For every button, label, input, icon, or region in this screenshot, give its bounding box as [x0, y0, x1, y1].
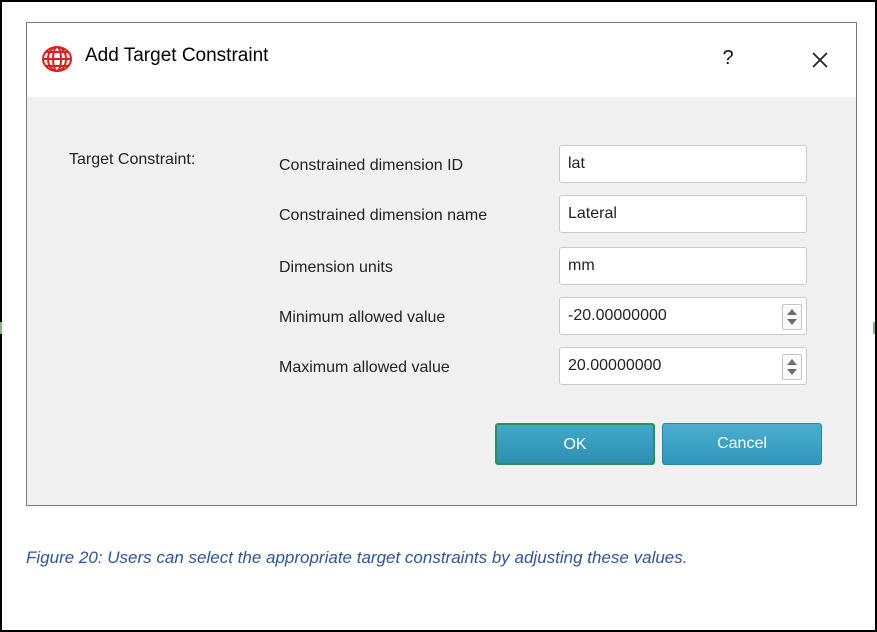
minimum-value-input[interactable] [560, 298, 778, 334]
ok-button[interactable]: OK [495, 423, 655, 465]
close-button[interactable] [803, 43, 837, 77]
maximum-value-input[interactable] [560, 348, 778, 384]
figure-caption: Figure 20: Users can select the appropri… [26, 548, 688, 567]
dimension-id-input[interactable] [559, 145, 807, 183]
add-target-constraint-dialog: Add Target Constraint ? Target Constrain… [26, 22, 857, 506]
close-icon [812, 52, 828, 68]
label-dimension-units: Dimension units [279, 259, 393, 276]
label-dimension-name: Constrained dimension name [279, 207, 488, 224]
spin-down-icon[interactable] [787, 319, 797, 325]
dialog-title: Add Target Constraint [85, 45, 269, 66]
spin-up-icon[interactable] [787, 359, 797, 365]
section-label-target-constraint: Target Constraint: [69, 151, 196, 168]
edge-mark-right [873, 322, 875, 334]
minimum-value-spinbox[interactable] [559, 297, 807, 335]
help-button[interactable]: ? [713, 43, 743, 73]
app-logo-icon [41, 43, 73, 75]
minimum-spin-arrows[interactable] [782, 304, 802, 330]
dimension-units-input[interactable] [559, 247, 807, 285]
edge-mark-left [0, 322, 2, 334]
label-dimension-id: Constrained dimension ID [279, 157, 464, 174]
maximum-spin-arrows[interactable] [782, 354, 802, 380]
spin-down-icon[interactable] [787, 369, 797, 375]
dialog-titlebar: Add Target Constraint ? [27, 23, 856, 97]
dimension-name-input[interactable] [559, 195, 807, 233]
label-maximum-value: Maximum allowed value [279, 359, 450, 376]
cancel-button[interactable]: Cancel [662, 423, 822, 465]
spin-up-icon[interactable] [787, 309, 797, 315]
figure-frame: Add Target Constraint ? Target Constrain… [0, 0, 877, 632]
maximum-value-spinbox[interactable] [559, 347, 807, 385]
label-minimum-value: Minimum allowed value [279, 309, 446, 326]
